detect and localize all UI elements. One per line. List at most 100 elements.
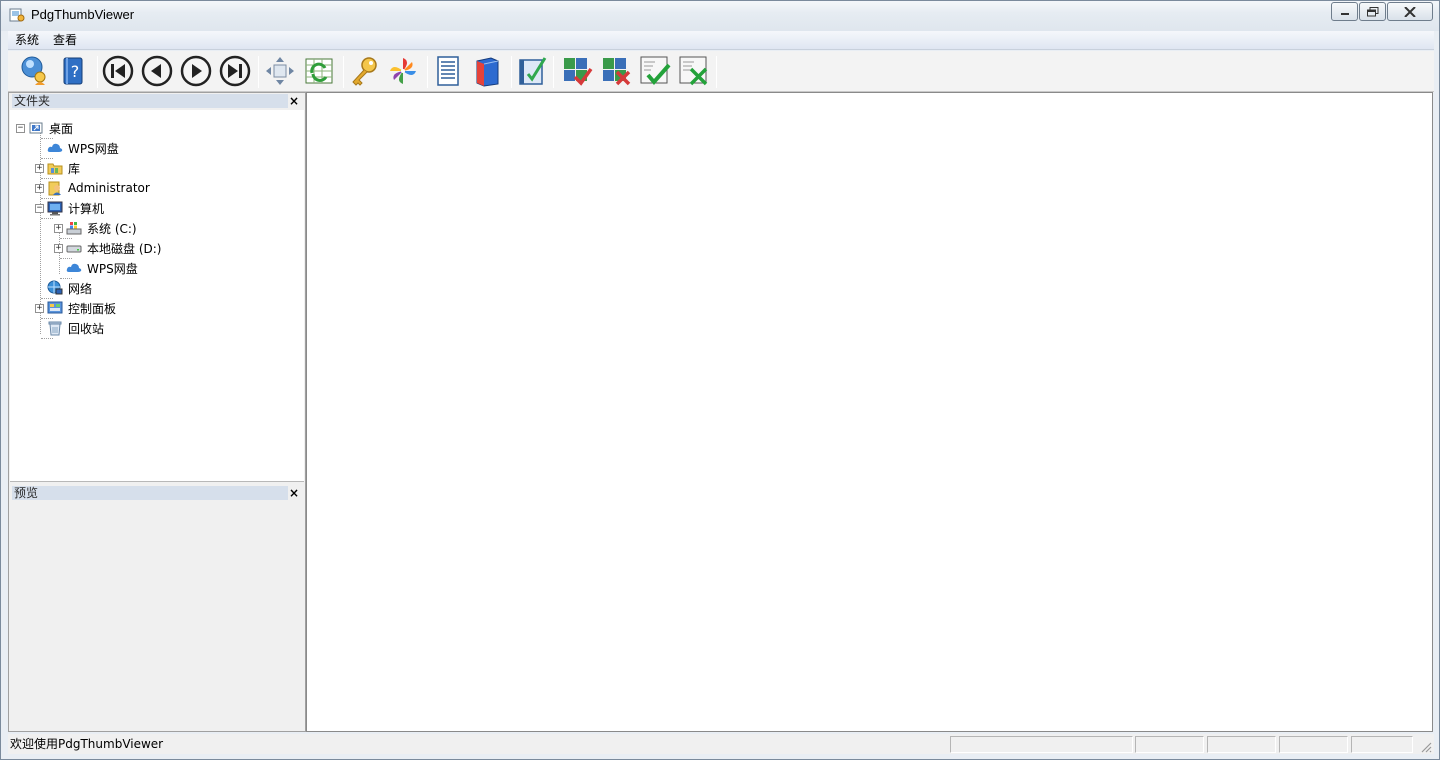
refresh-grid-icon	[305, 58, 333, 84]
tree-item-label: WPS网盘	[68, 141, 119, 156]
tree-item-library[interactable]: + 库	[35, 158, 80, 178]
tree-item-label: 回收站	[68, 321, 105, 336]
expand-toggle[interactable]: +	[54, 243, 63, 253]
tree-item-drive-d[interactable]: + 本地磁盘 (D:)	[54, 238, 161, 258]
help-book-icon: ?	[63, 57, 83, 85]
doc-check-icon	[640, 56, 671, 86]
expand-toggle[interactable]: +	[54, 223, 63, 233]
title-bar[interactable]: PdgThumbViewer	[1, 1, 1439, 31]
search-user-button[interactable]	[16, 53, 52, 89]
pinwheel-button[interactable]	[385, 53, 421, 89]
book-button[interactable]	[469, 53, 505, 89]
key-button[interactable]	[346, 53, 382, 89]
menu-system[interactable]: 系统	[8, 31, 46, 49]
user-folder-icon	[47, 180, 63, 196]
refresh-button[interactable]	[301, 53, 337, 89]
expand-toggle[interactable]: +	[35, 163, 44, 173]
document-list-icon	[437, 56, 459, 86]
close-button[interactable]	[1387, 2, 1433, 21]
doc-cross-icon	[679, 56, 708, 86]
tree-item-administrator[interactable]: + Administrator	[35, 178, 150, 198]
menu-bar: 系统 查看	[8, 31, 1434, 50]
window-title: PdgThumbViewer	[31, 7, 135, 22]
puzzle-check-button[interactable]	[559, 53, 595, 89]
toolbar-docs	[430, 51, 508, 91]
next-page-icon	[180, 55, 212, 87]
tree-item-computer[interactable]: − 计算机	[35, 198, 104, 218]
preview-panel-close-button[interactable]: ×	[288, 487, 300, 499]
tree-item-wps-cloud[interactable]: WPS网盘	[35, 138, 119, 158]
toolbar-separator	[427, 56, 428, 88]
fit-arrows-icon	[266, 57, 294, 85]
doc-check-button[interactable]	[637, 53, 673, 89]
minimize-button[interactable]	[1331, 2, 1358, 21]
library-icon	[47, 160, 63, 176]
last-page-button[interactable]	[217, 53, 253, 89]
tree-item-label: WPS网盘	[87, 261, 138, 276]
toolbar-tools	[346, 51, 424, 91]
app-icon	[9, 7, 25, 23]
menu-view[interactable]: 查看	[46, 31, 84, 49]
status-cell	[950, 736, 1133, 753]
tree-item-label: 桌面	[49, 121, 74, 136]
tree-item-control-panel[interactable]: + 控制面板	[35, 298, 116, 318]
preview-panel-title: 预览	[14, 486, 39, 500]
tree-item-label: 控制面板	[68, 301, 117, 316]
doc-cross-button[interactable]	[676, 53, 712, 89]
toolbar-check	[514, 51, 553, 91]
tree-item-wps-cloud-2[interactable]: WPS网盘	[54, 258, 138, 278]
tree-item-drive-c[interactable]: + 系统 (C:)	[54, 218, 137, 238]
cloud-icon	[66, 260, 82, 276]
restore-icon	[1366, 6, 1378, 16]
toolbar-separator	[553, 56, 554, 88]
fit-view-button[interactable]	[262, 53, 298, 89]
preview-panel-header: 预览	[12, 486, 288, 500]
restore-button[interactable]	[1359, 2, 1386, 21]
toolbar-navigation	[100, 51, 256, 91]
toolbar-separator	[343, 56, 344, 88]
folder-tree: − 桌面 WPS网盘 + 库 + Administrator − 计算机 + 系…	[10, 110, 304, 482]
prev-page-button[interactable]	[139, 53, 175, 89]
puzzle-check-icon	[564, 58, 593, 86]
thumbnail-view[interactable]	[306, 92, 1433, 732]
last-page-icon	[219, 55, 251, 87]
tree-item-desktop[interactable]: − 桌面	[16, 118, 73, 138]
desktop-icon	[28, 120, 44, 136]
first-page-button[interactable]	[100, 53, 136, 89]
disk-drive-icon	[66, 240, 82, 256]
help-button[interactable]: ?	[55, 53, 91, 89]
status-cell	[1279, 736, 1348, 753]
tree-item-label: 库	[68, 161, 81, 176]
collapse-toggle[interactable]: −	[35, 203, 44, 213]
status-bar: 欢迎使用PdgThumbViewer	[8, 734, 1434, 754]
tree-item-label: 计算机	[68, 201, 105, 216]
puzzle-cross-button[interactable]	[598, 53, 634, 89]
expand-toggle[interactable]: +	[35, 183, 44, 193]
expand-toggle[interactable]: +	[35, 303, 44, 313]
checklist-icon	[519, 57, 547, 85]
close-icon	[1404, 6, 1416, 17]
folder-panel-close-button[interactable]: ×	[288, 95, 300, 107]
tree-item-label: 系统 (C:)	[87, 221, 137, 236]
status-cell	[1135, 736, 1204, 753]
status-cell	[1351, 736, 1413, 753]
checklist-button[interactable]	[514, 53, 550, 89]
resize-grip-icon[interactable]	[1420, 741, 1432, 753]
toolbar-separator	[97, 56, 98, 88]
toolbar-separator	[258, 56, 259, 88]
toolbar-plugins	[559, 51, 715, 91]
app-window: PdgThumbViewer 系统 查看 ? 文件夹 × − 桌面 WPS网盘 …	[0, 0, 1440, 760]
minimize-icon	[1340, 12, 1349, 15]
folder-panel-header: 文件夹	[12, 94, 288, 108]
toolbar-separator	[511, 56, 512, 88]
first-page-icon	[102, 55, 134, 87]
next-page-button[interactable]	[178, 53, 214, 89]
preview-pane	[10, 500, 304, 730]
tree-item-recycle-bin[interactable]: 回收站	[35, 318, 104, 338]
document-list-button[interactable]	[430, 53, 466, 89]
collapse-toggle[interactable]: −	[16, 123, 25, 133]
tree-item-network[interactable]: 网络	[35, 278, 92, 298]
computer-icon	[47, 200, 63, 216]
left-panel-area: 文件夹 × − 桌面 WPS网盘 + 库 + Administrator − 计…	[8, 92, 306, 732]
recycle-bin-icon	[47, 320, 63, 336]
